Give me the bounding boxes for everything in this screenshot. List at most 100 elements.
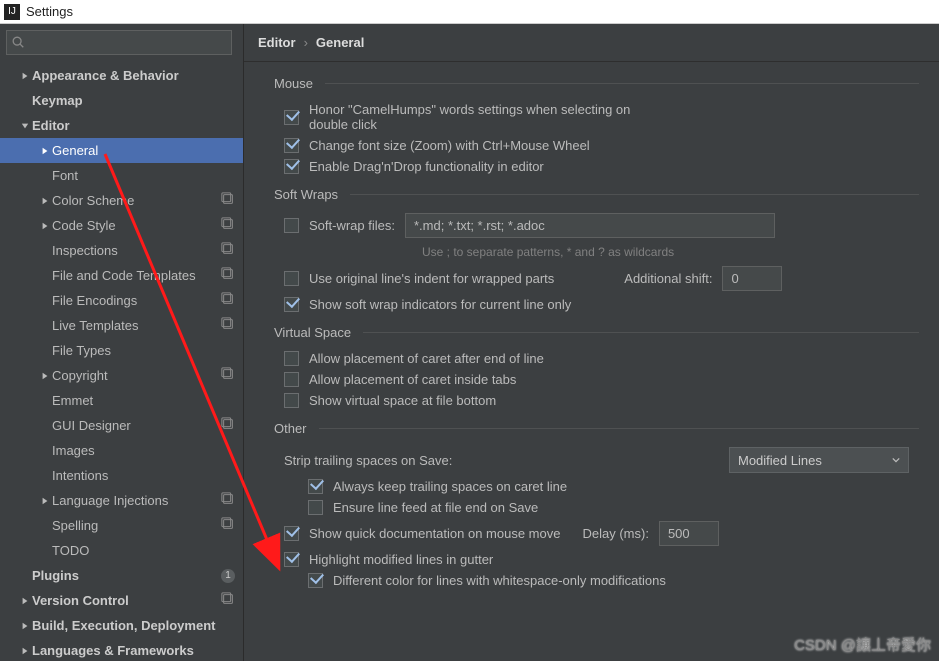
sidebar-item-label: Plugins	[32, 568, 221, 583]
sidebar-item-label: Intentions	[52, 468, 235, 483]
diff-color-checkbox[interactable]	[308, 573, 323, 588]
sidebar-item-color-scheme[interactable]: Color Scheme	[0, 188, 243, 213]
drag-drop-checkbox[interactable]	[284, 159, 299, 174]
chevron-right-icon	[18, 597, 32, 605]
divider	[319, 428, 919, 429]
delay-label: Delay (ms):	[582, 526, 648, 541]
chevron-right-icon: ›	[304, 35, 308, 50]
strip-spaces-select[interactable]: Modified Lines	[729, 447, 909, 473]
section-mouse-title: Mouse	[274, 76, 313, 91]
section-virtual-title: Virtual Space	[274, 325, 351, 340]
sidebar-item-spelling[interactable]: Spelling	[0, 513, 243, 538]
sidebar-item-label: Color Scheme	[52, 193, 221, 208]
sidebar-item-label: Code Style	[52, 218, 221, 233]
original-indent-label: Use original line's indent for wrapped p…	[309, 271, 554, 286]
project-scope-icon	[221, 317, 235, 334]
sidebar-item-plugins[interactable]: Plugins1	[0, 563, 243, 588]
sidebar-item-appearance-behavior[interactable]: Appearance & Behavior	[0, 63, 243, 88]
divider	[363, 332, 919, 333]
project-scope-icon	[221, 592, 235, 609]
sidebar-item-file-and-code-templates[interactable]: File and Code Templates	[0, 263, 243, 288]
quick-doc-checkbox[interactable]	[284, 526, 299, 541]
sidebar-item-keymap[interactable]: Keymap	[0, 88, 243, 113]
keep-trailing-label: Always keep trailing spaces on caret lin…	[333, 479, 567, 494]
sidebar-item-label: Emmet	[52, 393, 235, 408]
sidebar-item-label: Editor	[32, 118, 235, 133]
original-indent-checkbox[interactable]	[284, 271, 299, 286]
honor-camelhumps-checkbox[interactable]	[284, 110, 299, 125]
sidebar-item-label: Inspections	[52, 243, 221, 258]
sidebar-item-version-control[interactable]: Version Control	[0, 588, 243, 613]
caret-eol-checkbox[interactable]	[284, 351, 299, 366]
sidebar-item-copyright[interactable]: Copyright	[0, 363, 243, 388]
sidebar-item-label: Keymap	[32, 93, 235, 108]
chevron-right-icon	[18, 647, 32, 655]
caret-tabs-label: Allow placement of caret inside tabs	[309, 372, 516, 387]
strip-spaces-label: Strip trailing spaces on Save:	[284, 453, 452, 468]
divider	[325, 83, 919, 84]
section-softwraps-title: Soft Wraps	[274, 187, 338, 202]
softwrap-files-input[interactable]	[405, 213, 775, 238]
sidebar-item-label: File and Code Templates	[52, 268, 221, 283]
sidebar-item-editor[interactable]: Editor	[0, 113, 243, 138]
sidebar-item-build-execution-deployment[interactable]: Build, Execution, Deployment	[0, 613, 243, 638]
section-other-title: Other	[274, 421, 307, 436]
chevron-right-icon	[38, 197, 52, 205]
softwrap-hint: Use ; to separate patterns, * and ? as w…	[274, 245, 919, 259]
sidebar-item-code-style[interactable]: Code Style	[0, 213, 243, 238]
sidebar-item-file-types[interactable]: File Types	[0, 338, 243, 363]
strip-spaces-value: Modified Lines	[738, 453, 822, 468]
caret-tabs-checkbox[interactable]	[284, 372, 299, 387]
sidebar-item-label: General	[52, 143, 235, 158]
sidebar-item-inspections[interactable]: Inspections	[0, 238, 243, 263]
sidebar-item-language-injections[interactable]: Language Injections	[0, 488, 243, 513]
project-scope-icon	[221, 417, 235, 434]
sidebar-item-images[interactable]: Images	[0, 438, 243, 463]
sidebar-item-label: GUI Designer	[52, 418, 221, 433]
highlight-gutter-checkbox[interactable]	[284, 552, 299, 567]
sidebar-item-intentions[interactable]: Intentions	[0, 463, 243, 488]
change-font-size-checkbox[interactable]	[284, 138, 299, 153]
sidebar-item-label: Live Templates	[52, 318, 221, 333]
sidebar-item-languages-frameworks[interactable]: Languages & Frameworks	[0, 638, 243, 661]
breadcrumb-parent[interactable]: Editor	[258, 35, 296, 50]
sidebar-item-font[interactable]: Font	[0, 163, 243, 188]
sidebar: Appearance & Behavior Keymap Editor General…	[0, 24, 244, 661]
app-icon: IJ	[4, 4, 20, 20]
show-bottom-label: Show virtual space at file bottom	[309, 393, 496, 408]
project-scope-icon	[221, 217, 235, 234]
sidebar-item-live-templates[interactable]: Live Templates	[0, 313, 243, 338]
project-scope-icon	[221, 367, 235, 384]
show-bottom-checkbox[interactable]	[284, 393, 299, 408]
settings-tree: Appearance & Behavior Keymap Editor General…	[0, 59, 243, 661]
sidebar-item-todo[interactable]: TODO	[0, 538, 243, 563]
sidebar-item-emmet[interactable]: Emmet	[0, 388, 243, 413]
drag-drop-label: Enable Drag'n'Drop functionality in edit…	[309, 159, 544, 174]
window-title: Settings	[26, 4, 73, 19]
show-indicators-checkbox[interactable]	[284, 297, 299, 312]
sidebar-item-file-encodings[interactable]: File Encodings	[0, 288, 243, 313]
sidebar-item-label: Version Control	[32, 593, 221, 608]
quick-doc-label: Show quick documentation on mouse move	[309, 526, 560, 541]
sidebar-item-label: TODO	[52, 543, 235, 558]
chevron-right-icon	[38, 147, 52, 155]
chevron-right-icon	[38, 372, 52, 380]
keep-trailing-checkbox[interactable]	[308, 479, 323, 494]
divider	[350, 194, 919, 195]
sidebar-item-gui-designer[interactable]: GUI Designer	[0, 413, 243, 438]
softwrap-files-checkbox[interactable]	[284, 218, 299, 233]
sidebar-item-label: Appearance & Behavior	[32, 68, 235, 83]
search-input[interactable]	[6, 30, 232, 55]
project-scope-icon	[221, 292, 235, 309]
search-icon	[11, 35, 25, 49]
chevron-right-icon	[38, 222, 52, 230]
sidebar-item-label: Font	[52, 168, 235, 183]
additional-shift-label: Additional shift:	[624, 271, 712, 286]
breadcrumb: Editor › General	[244, 24, 939, 62]
sidebar-item-general[interactable]: General	[0, 138, 243, 163]
ensure-lf-checkbox[interactable]	[308, 500, 323, 515]
chevron-right-icon	[18, 622, 32, 630]
additional-shift-input[interactable]	[722, 266, 782, 291]
softwrap-files-label: Soft-wrap files:	[309, 218, 395, 233]
delay-input[interactable]	[659, 521, 719, 546]
